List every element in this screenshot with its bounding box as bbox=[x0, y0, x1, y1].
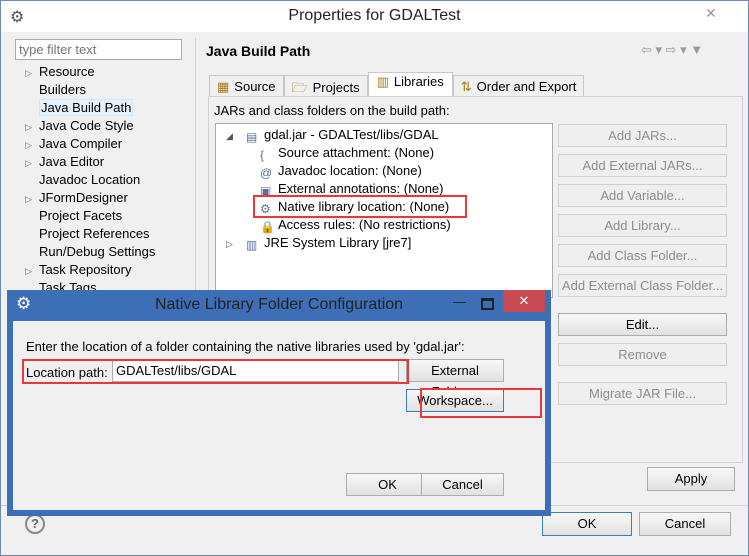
list-label: JARs and class folders on the build path… bbox=[214, 103, 450, 118]
external-folder-button[interactable]: External Folder... bbox=[406, 359, 504, 399]
nav-back-forward-icon[interactable]: ⇦ ▾ ⇨ ▾ ▼ bbox=[641, 42, 703, 58]
dialog-title: Native Library Folder Configuration bbox=[154, 296, 404, 313]
page-title: Java Build Path bbox=[206, 43, 311, 59]
nav-tree: ▷ Resource Builders Java Build Path ▷ Java Co… bbox=[15, 64, 195, 294]
nav-item-label: Run/Debug Settings bbox=[39, 244, 156, 259]
nav-item[interactable]: Java Build Path bbox=[15, 99, 134, 116]
tab-projects[interactable]: 🗁 Projects bbox=[283, 75, 368, 97]
nav-item-label: Project References bbox=[39, 226, 150, 241]
close-window-button[interactable]: ✕ bbox=[705, 5, 717, 22]
expand-icon[interactable]: ▷ bbox=[15, 140, 39, 151]
tree-item[interactable]: 🔒 Access rules: (No restrictions) bbox=[260, 217, 451, 234]
highlight-location-path bbox=[22, 359, 409, 384]
expand-icon[interactable]: ▷ bbox=[15, 194, 39, 205]
tab-source[interactable]: ▦ Source bbox=[209, 75, 284, 97]
nav-item[interactable]: ▷ Resource bbox=[15, 64, 95, 79]
side-button[interactable]: Edit... bbox=[558, 313, 727, 336]
tab-icon: ⇅ bbox=[460, 79, 472, 94]
nav-item[interactable]: Project References bbox=[15, 226, 150, 241]
cancel-button[interactable]: Cancel bbox=[639, 512, 731, 536]
expand-icon[interactable]: ▷ bbox=[15, 122, 39, 133]
nav-item-label: JFormDesigner bbox=[39, 190, 128, 205]
filter-input[interactable] bbox=[15, 39, 182, 60]
nav-item[interactable]: Javadoc Location bbox=[15, 172, 140, 187]
expand-icon[interactable]: ▷ bbox=[226, 239, 246, 250]
tab-libraries[interactable]: ▥ Libraries bbox=[367, 72, 453, 97]
ok-button[interactable]: OK bbox=[542, 512, 632, 536]
jar-icon: ▤ bbox=[246, 130, 258, 144]
tab-label: Libraries bbox=[393, 74, 444, 89]
side-button[interactable]: Add JARs... bbox=[558, 124, 727, 147]
tab-icon: ▦ bbox=[217, 79, 230, 94]
close-dialog-button[interactable]: ✕ bbox=[503, 290, 545, 312]
access-rules-icon: 🔒 bbox=[260, 220, 275, 234]
nav-item-label: Javadoc Location bbox=[39, 172, 141, 187]
title-bar: ⚙ Properties for GDALTest ✕ bbox=[1, 1, 748, 32]
nav-item-label: Task Repository bbox=[39, 262, 132, 277]
side-button[interactable]: Add External JARs... bbox=[558, 154, 727, 177]
expand-icon[interactable]: ▷ bbox=[15, 266, 39, 277]
tab-icon: 🗁 bbox=[291, 80, 308, 95]
nav-item[interactable]: Builders bbox=[15, 82, 86, 97]
side-button[interactable]: Add External Class Folder... bbox=[558, 274, 727, 297]
tree-item-label: External annotations: (None) bbox=[278, 181, 444, 196]
nav-item[interactable]: ▷ Java Compiler bbox=[15, 136, 122, 151]
tab-label: Order and Export bbox=[476, 79, 577, 94]
dialog-message: Enter the location of a folder containin… bbox=[26, 339, 465, 354]
highlight-workspace bbox=[420, 388, 542, 418]
nav-item-label: Java Compiler bbox=[39, 136, 123, 151]
dialog-cancel-button[interactable]: Cancel bbox=[421, 473, 504, 496]
nav-item-label: Java Editor bbox=[39, 154, 105, 169]
tree-item-label: Source attachment: (None) bbox=[278, 145, 435, 160]
apply-button[interactable]: Apply bbox=[647, 467, 735, 491]
tree-item-label: gdal.jar - GDALTest/libs/GDAL bbox=[264, 127, 439, 142]
nav-item-label: Project Facets bbox=[39, 208, 123, 223]
dialog-ok-button[interactable]: OK bbox=[346, 473, 429, 496]
javadoc-icon: @ bbox=[260, 166, 273, 180]
tab-order-and-export[interactable]: ⇅ Order and Export bbox=[452, 75, 585, 97]
nav-item[interactable]: ▷ JFormDesigner bbox=[15, 190, 128, 205]
library-icon: ▥ bbox=[246, 238, 258, 252]
expand-icon[interactable]: ◢ bbox=[226, 131, 246, 142]
tab-label: Projects bbox=[312, 80, 360, 95]
nav-item[interactable]: Run/Debug Settings bbox=[15, 244, 155, 259]
tree-item[interactable]: @ Javadoc location: (None) bbox=[260, 163, 422, 180]
tree-item[interactable]: { Source attachment: (None) bbox=[260, 145, 434, 162]
tree-item-label: JRE System Library [jre7] bbox=[264, 235, 412, 250]
tree-item-label: Access rules: (No restrictions) bbox=[278, 217, 451, 232]
side-button[interactable]: Add Variable... bbox=[558, 184, 727, 207]
expand-icon[interactable]: ▷ bbox=[15, 158, 39, 169]
tab-icon: ▥ bbox=[376, 74, 389, 89]
nav-item-label: Java Code Style bbox=[39, 118, 134, 133]
window-title: Properties for GDALTest bbox=[288, 7, 461, 24]
tree-item[interactable]: ▷ ▥ JRE System Library [jre7] bbox=[226, 235, 411, 252]
nav-item[interactable]: ▷ Java Code Style bbox=[15, 118, 134, 133]
minimize-button[interactable]: — bbox=[453, 294, 466, 309]
expand-icon[interactable]: ▷ bbox=[15, 68, 39, 79]
nav-item-label: Builders bbox=[39, 82, 86, 97]
highlight-native-location bbox=[253, 195, 467, 218]
nav-item[interactable]: ▷ Java Editor bbox=[15, 154, 104, 169]
nav-item[interactable]: ▷ Task Repository bbox=[15, 262, 131, 277]
tree-item[interactable]: ◢ ▤ gdal.jar - GDALTest/libs/GDAL bbox=[226, 127, 439, 144]
nav-item-label: Java Build Path bbox=[39, 99, 134, 116]
side-button[interactable]: Add Library... bbox=[558, 214, 727, 237]
help-icon[interactable]: ? bbox=[25, 514, 45, 534]
side-button[interactable]: Migrate JAR File... bbox=[558, 382, 727, 405]
nav-item[interactable]: Project Facets bbox=[15, 208, 122, 223]
tab-label: Source bbox=[234, 79, 276, 94]
nav-item-label: Resource bbox=[39, 64, 95, 79]
tree-item-label: Javadoc location: (None) bbox=[278, 163, 422, 178]
source-attachment-icon: { bbox=[260, 148, 265, 162]
side-button[interactable]: Remove bbox=[558, 343, 727, 366]
maximize-button[interactable] bbox=[481, 298, 494, 310]
tab-bar: ▦ Source 🗁 Projects ▥ Libraries ⇅ Order and Exp… bbox=[209, 72, 585, 97]
side-button[interactable]: Add Class Folder... bbox=[558, 244, 727, 267]
